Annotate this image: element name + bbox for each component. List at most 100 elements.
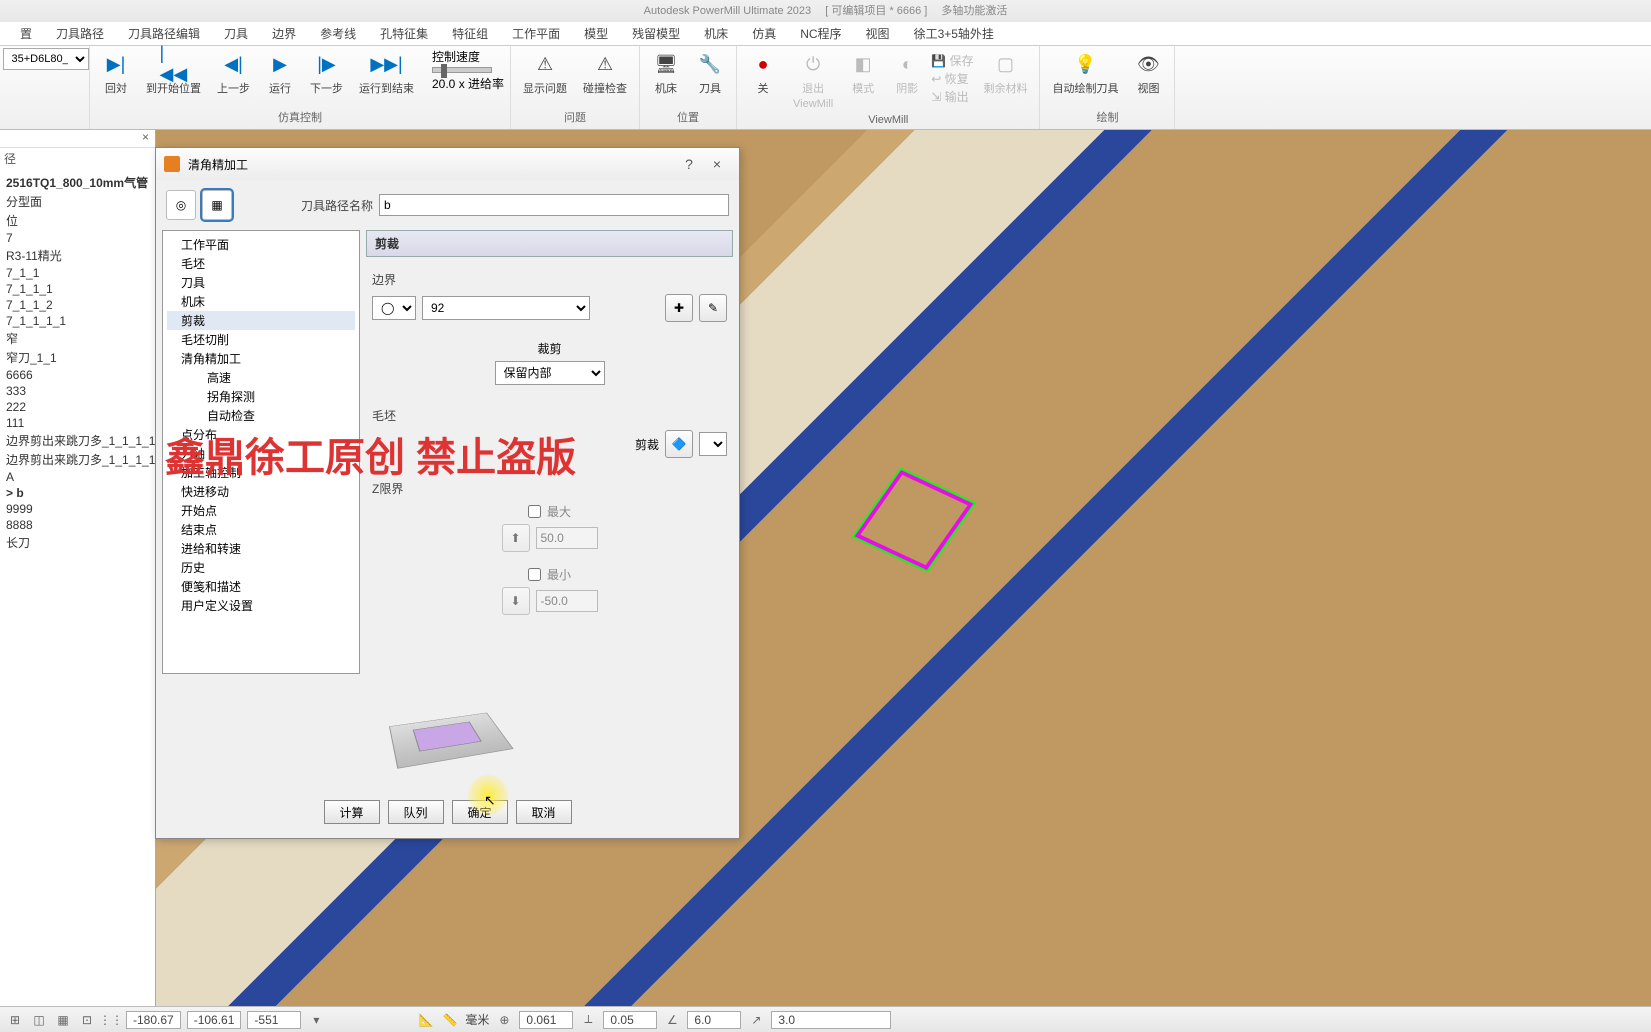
collision-check[interactable]: ⚠碰撞检查: [577, 48, 633, 98]
corner-finishing-dialog: 清角精加工 ? × ◎ ▦ 刀具路径名称 工作平面毛坯 刀具机床 剪裁 毛坯切削…: [155, 147, 740, 839]
pos-machine[interactable]: 🖥机床: [646, 48, 686, 98]
strategy-icon-1[interactable]: ◎: [166, 190, 196, 220]
vm-save: 💾 保存: [931, 52, 973, 69]
boundary-type-select[interactable]: ◯: [372, 296, 416, 320]
explorer-tree[interactable]: 2516TQ1_800_10mm气管 分型面位 7R3-11精光 7_1_17_…: [0, 169, 155, 1006]
sb-icon[interactable]: 📐: [417, 1011, 435, 1029]
ribbon: 35+D6L80_3 ▶|回対 |◀◀到开始位置 ◀|上一步 ▶运行 |▶下一步…: [0, 46, 1651, 130]
queue-button[interactable]: 队列: [388, 800, 444, 824]
z-max-pick-icon: ⬆: [502, 524, 530, 552]
vm-remain: ▢剩余材料: [977, 48, 1033, 98]
menu-item[interactable]: 刀具: [212, 25, 260, 42]
step-val[interactable]: 0.05: [603, 1011, 657, 1029]
panel-heading: 径: [0, 148, 155, 169]
step-icon[interactable]: ⟂: [579, 1011, 597, 1029]
dialog-tree[interactable]: 工作平面毛坯 刀具机床 剪裁 毛坯切削 清角精加工 高速 拐角探测 自动检查 点…: [162, 230, 360, 674]
vm-off[interactable]: ●关: [743, 48, 783, 98]
menu-item[interactable]: 工作平面: [500, 25, 572, 42]
status-bar: ⊞ ◫ ▦ ⊡ ⋮⋮ -180.67 -106.61 -551 ▾ 📐 📏 毫米…: [0, 1006, 1651, 1032]
calculate-button[interactable]: 计算: [324, 800, 380, 824]
sb-icon[interactable]: ⋮⋮: [102, 1011, 120, 1029]
ok-button[interactable]: 确定: [452, 800, 508, 824]
sb-icon[interactable]: ⊞: [6, 1011, 24, 1029]
sim-prev[interactable]: ◀|上一步: [211, 48, 256, 98]
coord-x: -180.67: [126, 1011, 181, 1029]
title-bar: Autodesk PowerMill Ultimate 2023 [ 可编辑项目…: [0, 0, 1651, 22]
clip-mode-select[interactable]: 保留内部: [495, 361, 605, 385]
menu-item[interactable]: 模型: [572, 25, 620, 42]
sim-to-start[interactable]: |◀◀到开始位置: [140, 48, 207, 98]
boundary-label: 边界: [372, 271, 727, 288]
cancel-button[interactable]: 取消: [516, 800, 572, 824]
z-min-input: [536, 590, 598, 612]
close-button[interactable]: ×: [703, 156, 731, 172]
sim-play-from-start[interactable]: ▶|回対: [96, 48, 136, 98]
tolerance-icon[interactable]: ⊕: [495, 1011, 513, 1029]
menu-item[interactable]: 仿真: [740, 25, 788, 42]
tool-selector[interactable]: 35+D6L80_3: [3, 48, 89, 70]
edit-boundary-icon[interactable]: ✎: [699, 294, 727, 322]
sb-icon[interactable]: 📏: [441, 1011, 459, 1029]
vm-restore: ↩ 恢复: [931, 70, 973, 87]
blank-label: 毛坯: [372, 407, 727, 424]
section-title: 剪裁: [366, 230, 733, 257]
pos-tool[interactable]: 🔧刀具: [690, 48, 730, 98]
strategy-preview: [378, 682, 518, 792]
val-b[interactable]: 3.0: [771, 1011, 891, 1029]
unit-label: 毫米: [465, 1011, 489, 1028]
toolpath-name-label: 刀具路径名称: [301, 197, 373, 214]
menu-item[interactable]: 边界: [260, 25, 308, 42]
toolpath-name-input[interactable]: [379, 194, 729, 216]
menu-item[interactable]: 特征组: [440, 25, 500, 42]
z-min-pick-icon: ⬇: [502, 587, 530, 615]
sb-icon[interactable]: ⊡: [78, 1011, 96, 1029]
vm-export: ⇲ 输出: [931, 88, 973, 105]
sim-next[interactable]: |▶下一步: [304, 48, 349, 98]
blank-clip-select[interactable]: [699, 432, 727, 456]
menu-item[interactable]: 刀具路径: [44, 25, 116, 42]
menu-item[interactable]: 刀具路径编辑: [116, 25, 212, 42]
menu-item[interactable]: NC程序: [788, 25, 853, 42]
tolerance-val[interactable]: 0.061: [519, 1011, 573, 1029]
menu-item[interactable]: 参考线: [308, 25, 368, 42]
angle-icon[interactable]: ∠: [663, 1011, 681, 1029]
z-min-checkbox[interactable]: 最小: [528, 566, 571, 583]
blank-clip-icon[interactable]: 🔷: [665, 430, 693, 458]
speed-value: 20.0: [432, 77, 455, 91]
val-a[interactable]: 6.0: [687, 1011, 741, 1029]
vm-shade: ◐阴影: [887, 48, 927, 98]
pick-boundary-icon[interactable]: ✚: [665, 294, 693, 322]
speed-label: 控制速度: [432, 48, 480, 65]
menu-item[interactable]: 置: [8, 25, 44, 42]
boundary-select[interactable]: 92: [422, 296, 590, 320]
angle2-icon[interactable]: ↗: [747, 1011, 765, 1029]
z-max-checkbox[interactable]: 最大: [528, 503, 571, 520]
menu-item[interactable]: 视图: [854, 25, 902, 42]
explorer-panel: × 径 2516TQ1_800_10mm气管 分型面位 7R3-11精光 7_1…: [0, 130, 156, 1006]
menu-item[interactable]: 机床: [692, 25, 740, 42]
menu-item[interactable]: 徐工3+5轴外挂: [902, 25, 1006, 42]
z-limit-label: Z限界: [372, 480, 727, 497]
group-label: 仿真控制: [276, 107, 324, 127]
group-label: 位置: [675, 107, 701, 127]
show-problems[interactable]: ⚠显示问题: [517, 48, 573, 98]
draw-view[interactable]: 👁视图: [1128, 48, 1168, 98]
menu-item[interactable]: 孔特征集: [368, 25, 440, 42]
sim-run[interactable]: ▶运行: [260, 48, 300, 98]
blank-clip-label: 剪裁: [635, 436, 659, 453]
sb-icon[interactable]: ▾: [307, 1011, 325, 1029]
strategy-icon-2[interactable]: ▦: [202, 190, 232, 220]
menu-item[interactable]: 残留模型: [620, 25, 692, 42]
menu-bar: 置 刀具路径 刀具路径编辑 刀具 边界 参考线 孔特征集 特征组 工作平面 模型…: [0, 22, 1651, 46]
help-button[interactable]: ?: [675, 156, 703, 172]
group-label: 绘制: [1094, 107, 1120, 127]
group-label: ViewMill: [866, 112, 910, 128]
panel-close-icon[interactable]: ×: [142, 130, 149, 144]
auto-draw-tool[interactable]: 💡自动绘制刀具: [1046, 48, 1124, 98]
vm-exit: ⏻退出ViewMill: [787, 48, 839, 112]
coord-y: -106.61: [187, 1011, 242, 1029]
sb-icon[interactable]: ◫: [30, 1011, 48, 1029]
coord-z: -551: [247, 1011, 301, 1029]
sim-to-end[interactable]: ▶▶|运行到结束: [353, 48, 420, 98]
sb-icon[interactable]: ▦: [54, 1011, 72, 1029]
